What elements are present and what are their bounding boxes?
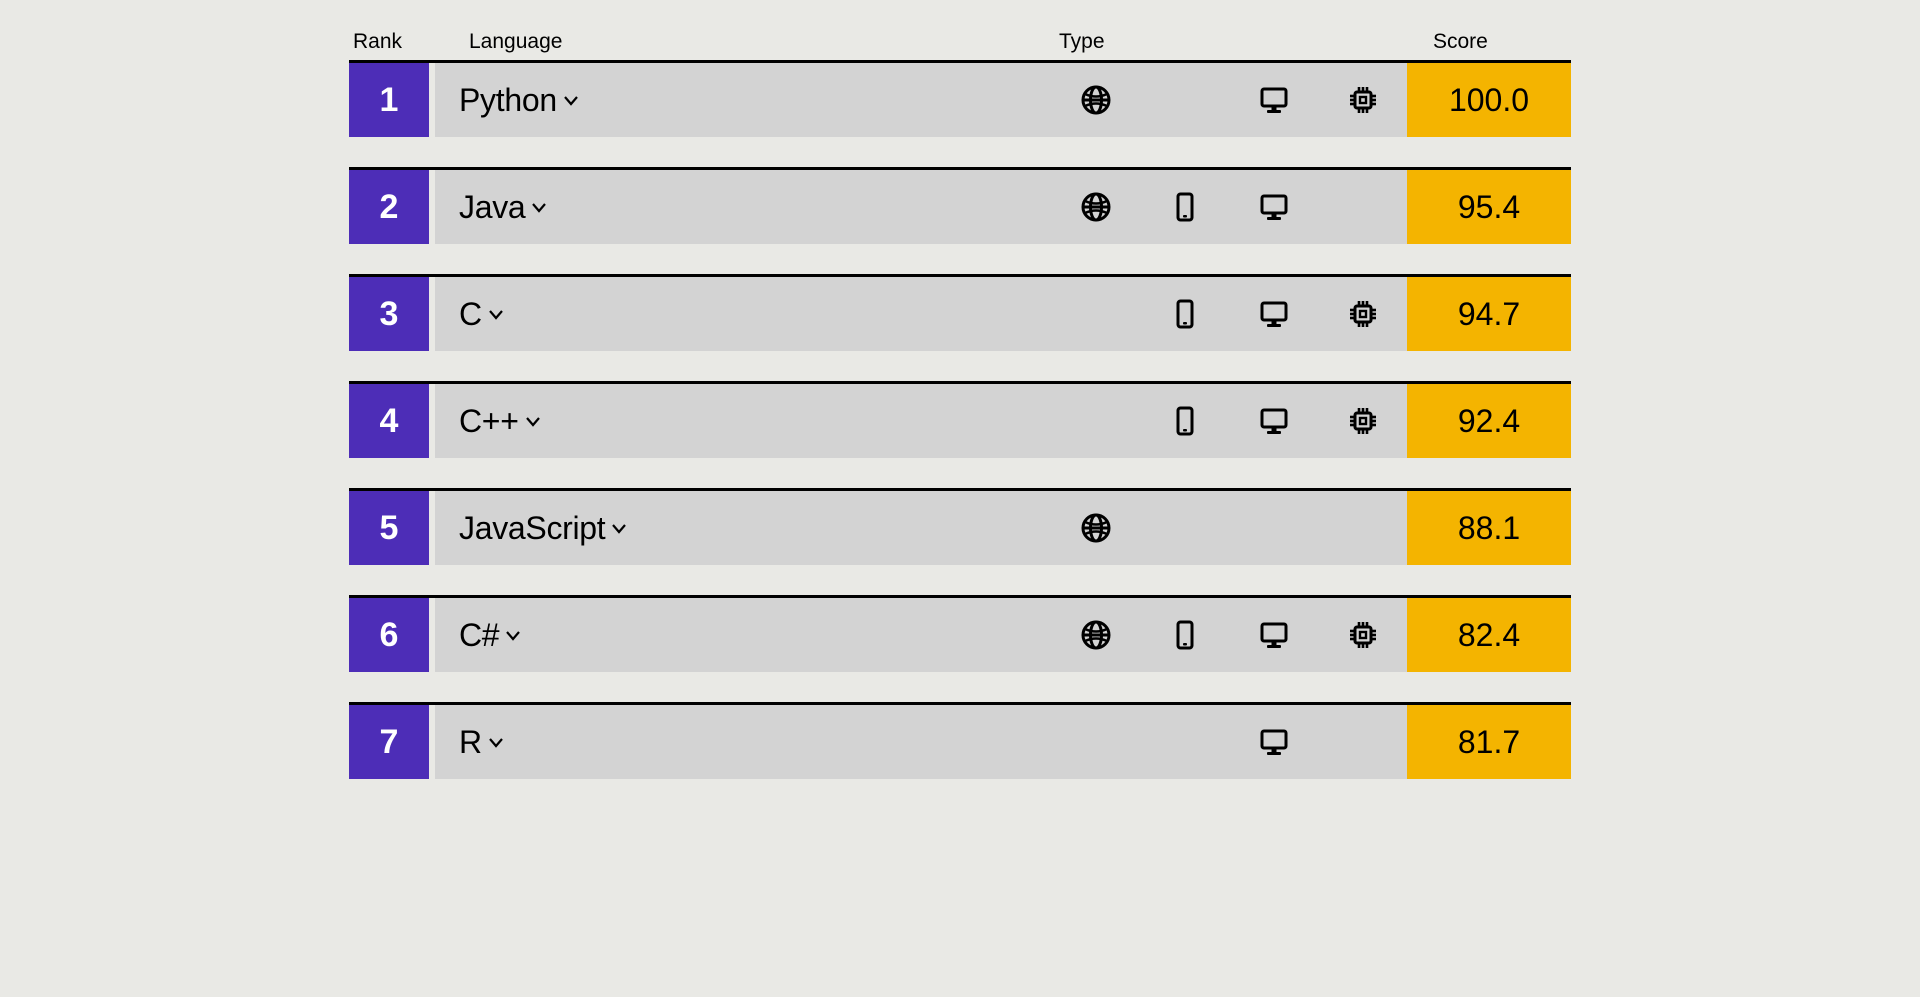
chevron-down-icon <box>611 521 627 535</box>
globe-icon <box>1078 82 1114 118</box>
language-cell[interactable]: C# <box>435 598 1052 672</box>
table-row: 5 JavaScript 88.1 <box>349 488 1571 565</box>
table-row: 4 C++ 92.4 <box>349 381 1571 458</box>
type-cell <box>1052 491 1407 565</box>
globe-icon <box>1078 403 1114 439</box>
mobile-icon <box>1167 510 1203 546</box>
type-cell <box>1052 705 1407 779</box>
chip-icon <box>1345 403 1381 439</box>
chip-icon <box>1345 617 1381 653</box>
table-row: 3C 94.7 <box>349 274 1571 351</box>
language-name: R <box>459 724 482 761</box>
desktop-icon <box>1256 403 1292 439</box>
header-language: Language <box>465 30 1052 54</box>
globe-icon <box>1078 189 1114 225</box>
language-cell[interactable]: R <box>435 705 1052 779</box>
mobile-icon <box>1167 724 1203 760</box>
score-cell: 88.1 <box>1407 491 1571 565</box>
rank-cell: 5 <box>349 491 429 565</box>
desktop-icon <box>1256 296 1292 332</box>
language-cell[interactable]: Python <box>435 63 1052 137</box>
globe-icon <box>1078 296 1114 332</box>
rank-cell: 6 <box>349 598 429 672</box>
mobile-icon <box>1167 617 1203 653</box>
mobile-icon <box>1167 403 1203 439</box>
type-cell <box>1052 170 1407 244</box>
mobile-icon <box>1167 296 1203 332</box>
chip-icon <box>1345 724 1381 760</box>
score-cell: 92.4 <box>1407 384 1571 458</box>
chip-icon <box>1345 189 1381 225</box>
table-row: 7R 81.7 <box>349 702 1571 779</box>
rank-cell: 1 <box>349 63 429 137</box>
chevron-down-icon <box>525 414 541 428</box>
table-header: Rank Language Type Score <box>349 30 1571 60</box>
ranking-table: Rank Language Type Score 1 Python 100.0 2 Ja… <box>349 30 1571 779</box>
type-cell <box>1052 598 1407 672</box>
chevron-down-icon <box>505 628 521 642</box>
language-name: C <box>459 296 482 333</box>
language-cell[interactable]: Java <box>435 170 1052 244</box>
language-name: Python <box>459 82 557 119</box>
score-cell: 94.7 <box>1407 277 1571 351</box>
language-cell[interactable]: C <box>435 277 1052 351</box>
language-name: C++ <box>459 403 519 440</box>
mobile-icon <box>1167 82 1203 118</box>
header-type: Type <box>1052 30 1407 54</box>
header-rank: Rank <box>349 30 465 54</box>
language-name: C# <box>459 617 499 654</box>
chevron-down-icon <box>488 735 504 749</box>
rank-cell: 4 <box>349 384 429 458</box>
language-cell[interactable]: JavaScript <box>435 491 1052 565</box>
chevron-down-icon <box>563 93 579 107</box>
rank-cell: 7 <box>349 705 429 779</box>
globe-icon <box>1078 617 1114 653</box>
score-cell: 82.4 <box>1407 598 1571 672</box>
type-cell <box>1052 384 1407 458</box>
header-score: Score <box>1407 30 1571 54</box>
desktop-icon <box>1256 189 1292 225</box>
desktop-icon <box>1256 510 1292 546</box>
language-name: Java <box>459 189 525 226</box>
chevron-down-icon <box>488 307 504 321</box>
score-cell: 100.0 <box>1407 63 1571 137</box>
chip-icon <box>1345 296 1381 332</box>
mobile-icon <box>1167 189 1203 225</box>
globe-icon <box>1078 510 1114 546</box>
desktop-icon <box>1256 82 1292 118</box>
desktop-icon <box>1256 617 1292 653</box>
desktop-icon <box>1256 724 1292 760</box>
globe-icon <box>1078 724 1114 760</box>
language-cell[interactable]: C++ <box>435 384 1052 458</box>
table-row: 6 C# 82.4 <box>349 595 1571 672</box>
chevron-down-icon <box>531 200 547 214</box>
chip-icon <box>1345 510 1381 546</box>
table-row: 1 Python 100.0 <box>349 60 1571 137</box>
score-cell: 81.7 <box>1407 705 1571 779</box>
rank-cell: 3 <box>349 277 429 351</box>
language-name: JavaScript <box>459 510 605 547</box>
table-row: 2 Java 95.4 <box>349 167 1571 244</box>
chip-icon <box>1345 82 1381 118</box>
rank-cell: 2 <box>349 170 429 244</box>
score-cell: 95.4 <box>1407 170 1571 244</box>
type-cell <box>1052 63 1407 137</box>
type-cell <box>1052 277 1407 351</box>
